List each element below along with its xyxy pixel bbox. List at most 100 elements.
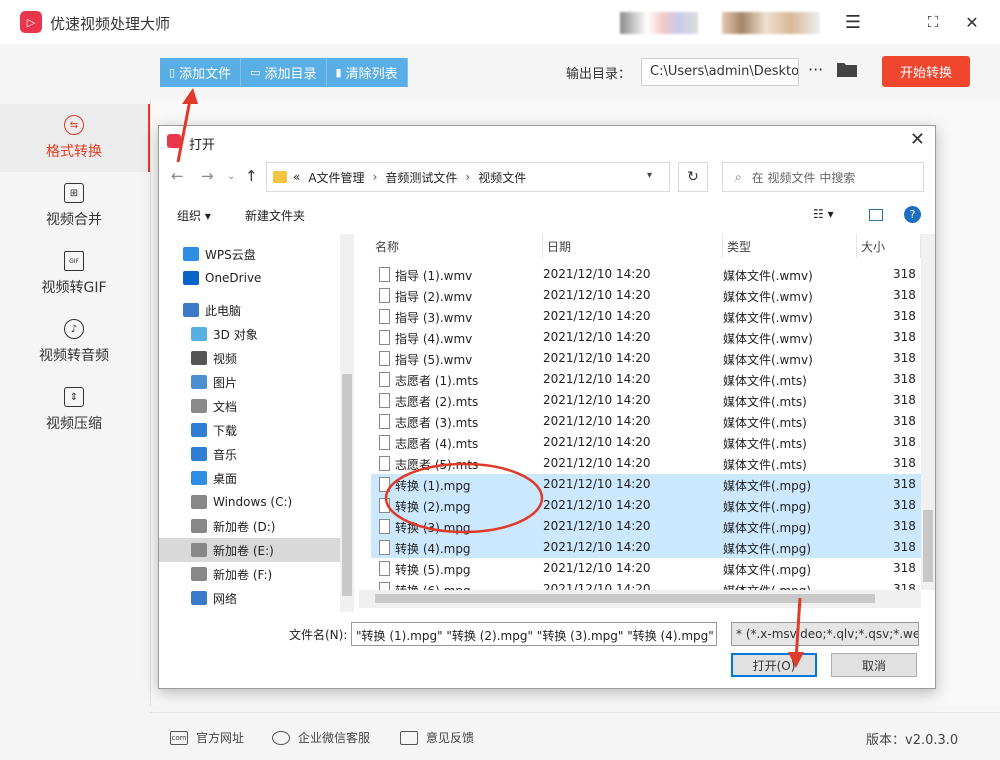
cancel-button[interactable]: 取消 (831, 653, 917, 677)
nav-item[interactable]: OneDrive (159, 266, 340, 290)
open-folder-icon[interactable] (836, 60, 858, 78)
clear-list-label: 清除列表 (345, 67, 398, 82)
address-bar[interactable]: « A文件管理 › 音频测试文件 › 视频文件 (266, 162, 670, 192)
file-row[interactable]: 转换 (3).mpg 2021/12/10 14:20 媒体文件(.mpg) 318 (371, 516, 921, 537)
file-row[interactable]: 志愿者 (4).mts 2021/12/10 14:20 媒体文件(.mts) 318 (371, 432, 921, 453)
file-icon (379, 414, 390, 429)
file-type: 媒体文件(.mpg) (723, 582, 811, 590)
file-list-scrollbar-thumb[interactable] (923, 510, 933, 582)
up-arrow-icon[interactable]: ↑ (245, 167, 258, 185)
file-type: 媒体文件(.mts) (723, 458, 807, 472)
file-type-select[interactable]: * (*.x-msvideo;*.qlv;*.qsv;*.we (731, 622, 919, 646)
file-name: 指导 (2).wmv (395, 290, 473, 304)
file-row[interactable]: 转换 (1).mpg 2021/12/10 14:20 媒体文件(.mpg) 318 (371, 474, 921, 495)
file-name: 转换 (6).mpg (395, 582, 471, 590)
file-row[interactable]: 转换 (5).mpg 2021/12/10 14:20 媒体文件(.mpg) 318 (371, 558, 921, 579)
menu-icon[interactable]: ☰ (841, 10, 865, 34)
file-row[interactable]: 志愿者 (1).mts 2021/12/10 14:20 媒体文件(.mts) 318 (371, 369, 921, 390)
file-icon (379, 561, 390, 576)
file-icon (379, 309, 390, 324)
file-row[interactable]: 指导 (5).wmv 2021/12/10 14:20 媒体文件(.wmv) 318 (371, 348, 921, 369)
sidebar-item-video-merge[interactable]: ⊞ 视频合并 (0, 172, 148, 240)
address-dropdown-icon[interactable]: ▾ (647, 170, 652, 181)
blurred-avatar (620, 12, 698, 34)
organize-button[interactable]: 组织 ▾ (177, 207, 211, 224)
file-icon (379, 477, 390, 492)
start-convert-button[interactable]: 开始转换 (882, 56, 970, 87)
file-row[interactable]: 转换 (6).mpg 2021/12/10 14:20 媒体文件(.mpg) 318 (371, 579, 921, 590)
output-dir-input[interactable]: C:\Users\admin\Deskto (641, 58, 799, 86)
sidebar-item-video-to-audio[interactable]: ♪ 视频转音频 (0, 308, 148, 376)
refresh-icon[interactable]: ↻ (678, 162, 708, 192)
nav-item[interactable]: 新加卷 (E:) (159, 538, 340, 562)
file-date: 2021/12/10 14:20 (543, 414, 651, 428)
horizontal-scrollbar[interactable] (359, 590, 921, 608)
sidebar-item-format-convert[interactable]: ⇆ 格式转换 (0, 104, 148, 172)
nav-item[interactable]: 桌面 (159, 466, 340, 490)
file-row[interactable]: 志愿者 (2).mts 2021/12/10 14:20 媒体文件(.mts) 318 (371, 390, 921, 411)
breadcrumb[interactable]: A文件管理 (308, 169, 364, 186)
search-input[interactable]: ⌕ 在 视频文件 中搜索 (722, 162, 924, 192)
file-row[interactable]: 指导 (4).wmv 2021/12/10 14:20 媒体文件(.wmv) 318 (371, 327, 921, 348)
file-row[interactable]: 指导 (1).wmv 2021/12/10 14:20 媒体文件(.wmv) 318 (371, 264, 921, 285)
file-row[interactable]: 志愿者 (3).mts 2021/12/10 14:20 媒体文件(.mts) 318 (371, 411, 921, 432)
nav-scrollbar-thumb[interactable] (342, 374, 352, 596)
breadcrumb[interactable]: 视频文件 (478, 169, 526, 186)
nav-item[interactable]: 视频 (159, 346, 340, 370)
breadcrumb[interactable]: 音频测试文件 (385, 169, 457, 186)
sidebar-item-video-compress[interactable]: ⇕ 视频压缩 (0, 376, 148, 444)
column-header-size[interactable]: 大小 (857, 234, 921, 258)
file-date: 2021/12/10 14:20 (543, 330, 651, 344)
column-header-date[interactable]: 日期 (543, 234, 723, 258)
column-header-name[interactable]: 名称 (371, 234, 543, 258)
preview-pane-icon[interactable] (869, 209, 883, 221)
sidebar-item-video-to-gif[interactable]: GIF 视频转GIF (0, 240, 148, 308)
help-icon[interactable]: ? (904, 206, 921, 223)
close-icon[interactable]: ✕ (960, 10, 984, 34)
file-date: 2021/12/10 14:20 (543, 309, 651, 323)
new-folder-button[interactable]: 新建文件夹 (245, 207, 305, 224)
nav-item[interactable]: 文档 (159, 394, 340, 418)
output-dir-label: 输出目录： (566, 67, 632, 82)
nav-item[interactable]: 此电脑 (159, 298, 340, 322)
nav-item[interactable]: 音乐 (159, 442, 340, 466)
file-name: 指导 (1).wmv (395, 269, 473, 283)
nav-item[interactable]: 新加卷 (D:) (159, 514, 340, 538)
more-options-button[interactable]: ··· (808, 60, 823, 79)
nav-item[interactable]: 下载 (159, 418, 340, 442)
column-header-type[interactable]: 类型 (723, 234, 857, 258)
history-chevron-icon[interactable]: ⌄ (227, 171, 235, 182)
sidebar-item-label: 格式转换 (46, 144, 102, 160)
file-row[interactable]: 指导 (3).wmv 2021/12/10 14:20 媒体文件(.wmv) 318 (371, 306, 921, 327)
wechat-link[interactable]: 企业微信客服 (272, 729, 370, 746)
website-link[interactable]: com 官方网址 (170, 729, 244, 746)
nav-item[interactable]: 网络 (159, 586, 340, 610)
filename-input[interactable]: "转换 (1).mpg" "转换 (2).mpg" "转换 (3).mpg" "… (351, 622, 717, 646)
add-dir-button[interactable]: ▭ 添加目录 (241, 58, 327, 87)
horizontal-scrollbar-thumb[interactable] (375, 594, 875, 603)
file-type: 媒体文件(.wmv) (723, 269, 813, 283)
nav-item[interactable]: WPS云盘 (159, 242, 340, 266)
file-name: 转换 (1).mpg (395, 479, 471, 493)
merge-icon: ⊞ (64, 183, 84, 203)
open-button[interactable]: 打开(O) (731, 653, 817, 677)
feedback-link[interactable]: 意见反馈 (400, 729, 474, 746)
file-list-scrollbar[interactable] (921, 234, 935, 590)
file-row[interactable]: 转换 (2).mpg 2021/12/10 14:20 媒体文件(.mpg) 318 (371, 495, 921, 516)
file-row[interactable]: 志愿者 (5).mts 2021/12/10 14:20 媒体文件(.mts) 318 (371, 453, 921, 474)
dialog-close-icon[interactable]: ✕ (910, 129, 925, 150)
nav-scrollbar[interactable] (340, 234, 354, 612)
view-options-icon[interactable]: ☷ ▾ (813, 207, 834, 221)
back-arrow-icon[interactable]: ← (171, 167, 184, 185)
gif-icon: GIF (64, 251, 84, 271)
nav-item[interactable]: 图片 (159, 370, 340, 394)
file-row[interactable]: 指导 (2).wmv 2021/12/10 14:20 媒体文件(.wmv) 318 (371, 285, 921, 306)
nav-item[interactable]: 新加卷 (F:) (159, 562, 340, 586)
add-file-button[interactable]: ▯ 添加文件 (160, 58, 242, 87)
nav-item[interactable]: 3D 对象 (159, 322, 340, 346)
forward-arrow-icon[interactable]: → (201, 167, 214, 185)
maximize-icon[interactable]: ⛶ (921, 10, 945, 34)
clear-list-button[interactable]: ▮ 清除列表 (326, 58, 408, 87)
file-row[interactable]: 转换 (4).mpg 2021/12/10 14:20 媒体文件(.mpg) 318 (371, 537, 921, 558)
nav-item[interactable]: Windows (C:) (159, 490, 340, 514)
